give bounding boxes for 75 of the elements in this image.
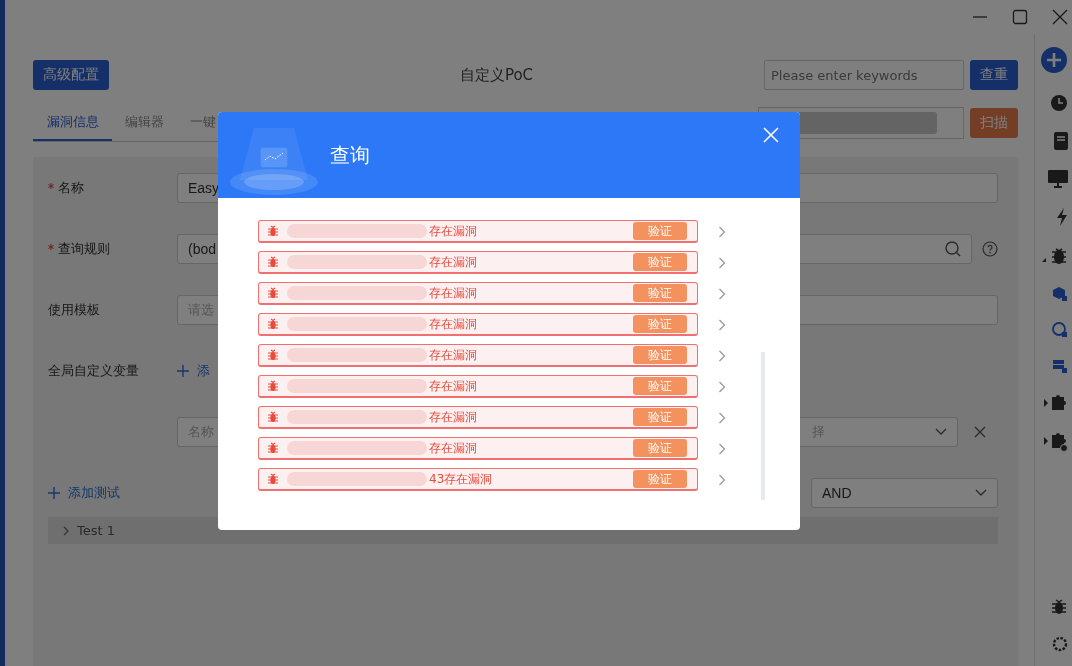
advanced-config-button[interactable]: 高级配置 [33, 60, 109, 90]
field-label: 使用模板 [48, 301, 100, 319]
document-icon[interactable] [1054, 132, 1068, 150]
add-icon[interactable] [1040, 46, 1068, 74]
chevron-down-icon [935, 428, 947, 436]
bug-icon [267, 225, 279, 237]
result-text: 存在漏洞 [429, 439, 477, 457]
verify-button[interactable]: 验证 [633, 315, 687, 333]
monitor-icon[interactable] [1048, 170, 1068, 188]
verify-button[interactable]: 验证 [633, 346, 687, 364]
field-label: 全局自定义变量 [48, 362, 139, 380]
tab[interactable]: 漏洞信息 [33, 105, 112, 141]
puzzle-gear-icon[interactable] [1044, 432, 1068, 452]
help-icon[interactable] [982, 241, 998, 257]
clock-icon[interactable] [1050, 94, 1068, 112]
required-icon [48, 183, 54, 189]
maximize-icon[interactable] [1012, 9, 1028, 25]
chevron-right-icon[interactable] [718, 256, 726, 269]
result-text: 存在漏洞 [429, 222, 477, 240]
chevron-right-icon[interactable] [718, 349, 726, 362]
verify-button[interactable]: 验证 [633, 377, 687, 395]
chevron-right-icon[interactable] [718, 380, 726, 393]
bug-icon [267, 380, 279, 392]
result-text: 存在漏洞 [429, 315, 477, 333]
result-text: 43存在漏洞 [429, 470, 493, 488]
globe-icon[interactable] [1052, 322, 1068, 338]
chevron-right-icon[interactable] [718, 442, 726, 455]
chevron-right-icon[interactable] [718, 225, 726, 238]
bug-icon [267, 318, 279, 330]
bug-icon [267, 349, 279, 361]
lightning-icon[interactable] [1056, 208, 1068, 226]
chevron-right-icon[interactable] [718, 473, 726, 486]
chevron-down-icon [975, 489, 987, 497]
page-title: 自定义PoC [459, 65, 534, 85]
close-icon[interactable] [1052, 9, 1068, 25]
add-test-link[interactable]: 添加测试 [48, 484, 120, 502]
dedupe-button[interactable]: 查重 [970, 60, 1018, 90]
verify-button[interactable]: 验证 [633, 408, 687, 426]
plus-icon [48, 487, 60, 499]
remove-icon[interactable] [974, 426, 986, 438]
chevron-right-icon[interactable] [718, 411, 726, 424]
chevron-right-icon[interactable] [718, 287, 726, 300]
verify-button[interactable]: 验证 [633, 470, 687, 488]
server-icon[interactable] [1052, 358, 1068, 374]
bug-icon [267, 411, 279, 423]
bug-icon [267, 287, 279, 299]
search-field[interactable]: Please enter keywords [764, 60, 964, 90]
verify-button[interactable]: 验证 [633, 222, 687, 240]
bug-icon [267, 256, 279, 268]
verify-button[interactable]: 验证 [633, 439, 687, 457]
field-label: 名称 [58, 179, 84, 197]
chevron-right-icon [62, 525, 70, 536]
required-icon [48, 244, 54, 250]
scan-button[interactable]: 扫描 [970, 108, 1018, 138]
result-text: 存在漏洞 [429, 284, 477, 302]
plus-icon [177, 365, 189, 377]
result-text: 存在漏洞 [429, 408, 477, 426]
chevron-right-icon[interactable] [718, 318, 726, 331]
bug-icon[interactable] [1042, 246, 1068, 266]
verify-button[interactable]: 验证 [633, 253, 687, 271]
result-text: 存在漏洞 [429, 253, 477, 271]
tab[interactable]: 编辑器 [112, 105, 177, 141]
logic-select[interactable]: AND [811, 478, 998, 508]
add-variable-link[interactable]: 添 [177, 362, 210, 380]
search-icon[interactable] [945, 241, 961, 257]
dialog-title: 查询 [330, 141, 370, 169]
bug-icon [267, 473, 279, 485]
verify-button[interactable]: 验证 [633, 284, 687, 302]
bug-icon[interactable] [1050, 598, 1068, 616]
result-text: 存在漏洞 [429, 377, 477, 395]
field-label: 查询规则 [58, 240, 110, 258]
bug-icon [267, 442, 279, 454]
cube-icon[interactable] [1052, 286, 1068, 302]
result-text: 存在漏洞 [429, 346, 477, 364]
puzzle-icon[interactable] [1044, 394, 1068, 412]
